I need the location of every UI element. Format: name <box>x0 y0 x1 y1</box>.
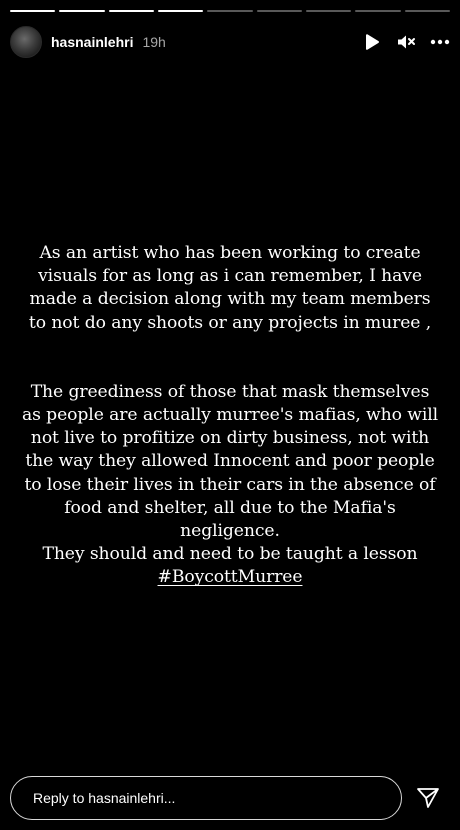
story-progress-bar <box>10 10 450 12</box>
username[interactable]: hasnainlehri <box>51 34 133 50</box>
progress-segment <box>108 10 154 12</box>
progress-segment <box>10 10 56 12</box>
story-paragraph: As an artist who has been working to cre… <box>28 243 432 333</box>
progress-segment <box>157 10 204 12</box>
progress-segment <box>59 10 105 12</box>
progress-segment <box>404 10 450 12</box>
story-controls <box>362 32 450 52</box>
hashtag-link[interactable]: #BoycottMurree <box>158 566 303 589</box>
progress-segment <box>305 10 352 12</box>
story-viewer: hasnainlehri 19h As an artist who has be… <box>0 0 460 830</box>
reply-placeholder: Reply to hasnainlehri... <box>33 790 176 806</box>
avatar[interactable] <box>10 26 42 58</box>
reply-bar: Reply to hasnainlehri... <box>10 776 450 820</box>
send-icon[interactable] <box>406 776 450 820</box>
progress-segment <box>355 10 401 12</box>
progress-segment <box>256 10 302 12</box>
speaker-muted-icon[interactable] <box>396 32 416 52</box>
more-options-icon[interactable] <box>430 32 450 52</box>
progress-segment <box>207 10 253 12</box>
story-header: hasnainlehri 19h <box>10 26 450 58</box>
story-paragraph-text: The greediness of those that mask themse… <box>21 381 439 565</box>
reply-input[interactable]: Reply to hasnainlehri... <box>10 776 402 820</box>
story-text: As an artist who has been working to cre… <box>14 242 446 590</box>
play-icon[interactable] <box>362 32 382 52</box>
post-time: 19h <box>142 34 166 50</box>
story-paragraph: The greediness of those that mask themse… <box>14 381 446 590</box>
